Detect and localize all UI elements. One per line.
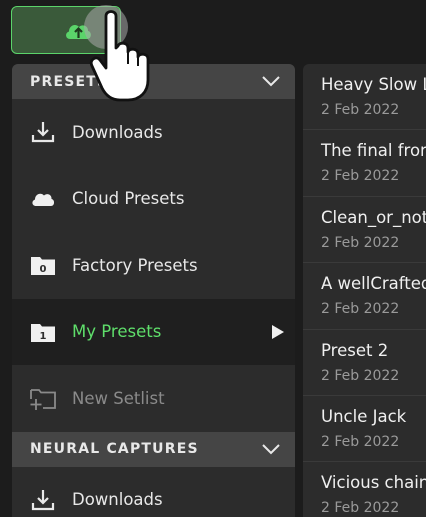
new-folder-icon <box>30 389 56 411</box>
list-item[interactable]: Clean_or_not 2 Feb 2022 <box>303 197 426 264</box>
list-item[interactable]: Heavy Slow Lead 2 Feb 2022 <box>303 64 426 131</box>
sidebar-item-label: Cloud Presets <box>72 189 185 209</box>
preset-date: 2 Feb 2022 <box>321 367 400 384</box>
chevron-down-icon[interactable] <box>261 72 281 90</box>
preset-date: 2 Feb 2022 <box>321 500 400 517</box>
list-item[interactable]: The final frontier 2 Feb 2022 <box>303 130 426 197</box>
sidebar-item-label: My Presets <box>72 322 162 342</box>
preset-date: 2 Feb 2022 <box>321 433 400 450</box>
list-item[interactable]: Uncle Jack 2 Feb 2022 <box>303 396 426 463</box>
preset-name: Clean_or_not <box>321 207 426 227</box>
sidebar-menu: PRESETS Downloads Cloud Presets 0 Factor… <box>12 64 295 517</box>
folder-1-icon: 1 <box>31 323 55 342</box>
sidebar-item-factory-presets[interactable]: 0 Factory Presets <box>12 232 295 299</box>
cloud-icon <box>32 193 55 206</box>
preset-name: The final frontier <box>321 141 426 161</box>
preset-date: 2 Feb 2022 <box>321 102 400 118</box>
neural-captures-section-header[interactable]: NEURAL CAPTURES <box>12 431 295 467</box>
sidebar-item-new-setlist[interactable]: New Setlist <box>12 365 295 432</box>
sidebar-item-label: Downloads <box>72 122 163 142</box>
sidebar-item-cloud-presets[interactable]: Cloud Presets <box>12 166 295 233</box>
preset-date: 2 Feb 2022 <box>321 301 400 318</box>
preset-name: Vicious chain <box>321 473 426 493</box>
neural-captures-header-label: NEURAL CAPTURES <box>30 441 199 457</box>
pointer-hand-icon <box>89 10 150 102</box>
preset-list: Heavy Slow Lead 2 Feb 2022 The final fro… <box>303 64 426 517</box>
chevron-down-icon[interactable] <box>261 440 281 458</box>
preset-date: 2 Feb 2022 <box>321 234 400 251</box>
sidebar-item-neural-downloads[interactable]: Downloads <box>12 467 295 517</box>
download-icon <box>31 489 55 510</box>
preset-name: A wellCrafted tone <box>321 274 426 294</box>
chevron-right-icon <box>272 324 284 339</box>
sidebar-item-label: Factory Presets <box>72 255 198 275</box>
download-icon <box>31 122 55 143</box>
preset-name: Uncle Jack <box>321 406 407 426</box>
list-item[interactable]: Vicious chain 2 Feb 2022 <box>303 462 426 517</box>
folder-0-icon: 0 <box>31 257 55 276</box>
list-item[interactable]: Preset 2 2 Feb 2022 <box>303 330 426 396</box>
preset-name: Preset 2 <box>321 340 389 360</box>
sidebar-item-label: New Setlist <box>72 388 165 408</box>
sidebar-item-label: Downloads <box>72 490 163 510</box>
folder-badge: 0 <box>40 264 47 275</box>
sidebar-item-my-presets[interactable]: 1 My Presets <box>12 298 295 365</box>
preset-name: Heavy Slow Lead <box>321 75 426 94</box>
list-item[interactable]: A wellCrafted tone 2 Feb 2022 <box>303 263 426 330</box>
folder-badge: 1 <box>40 331 47 342</box>
sidebar-item-downloads[interactable]: Downloads <box>12 99 295 166</box>
preset-date: 2 Feb 2022 <box>321 168 400 185</box>
